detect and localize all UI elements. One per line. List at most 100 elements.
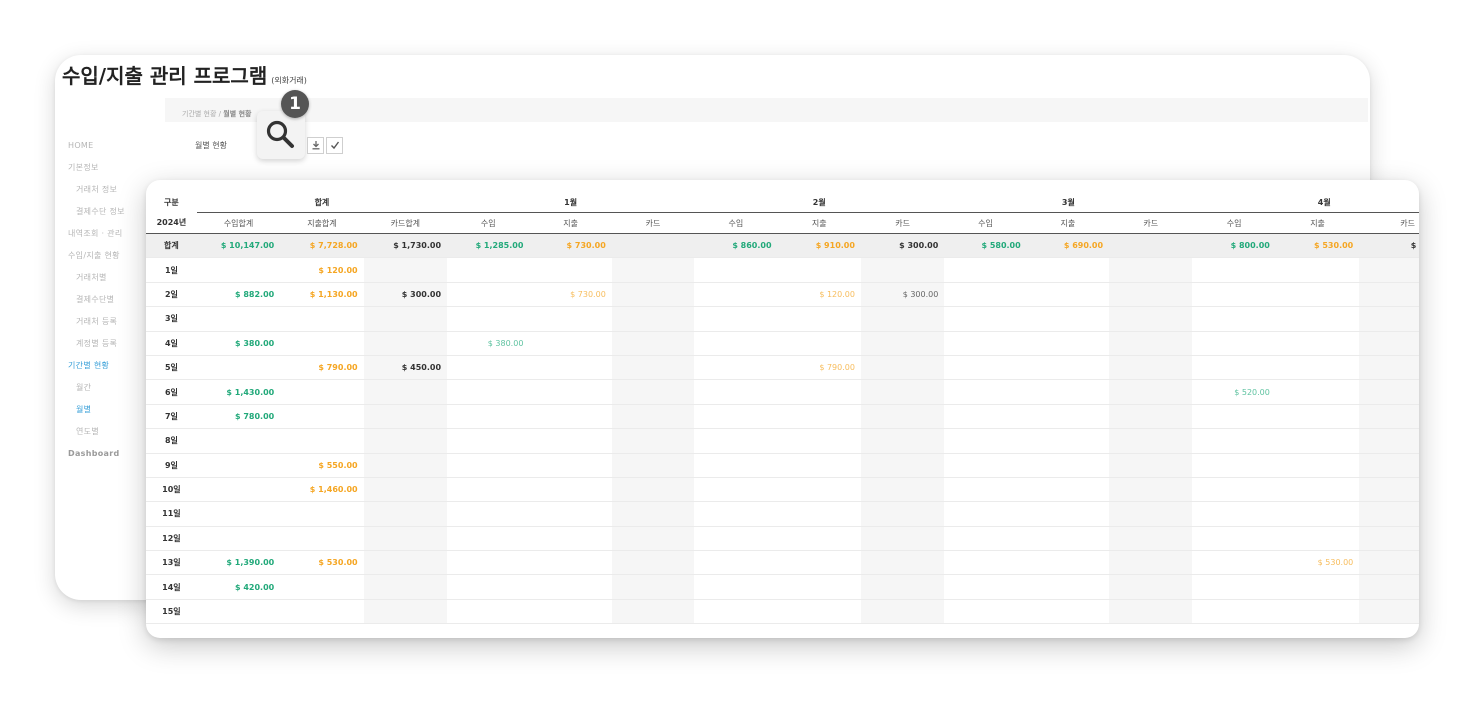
breadcrumb: 기간별 현황 / 월별 현황 <box>182 110 252 118</box>
table-cell <box>447 282 530 308</box>
table-cell <box>1359 257 1419 283</box>
table-cell <box>1275 282 1360 308</box>
table-cell <box>1109 282 1193 308</box>
table-cell <box>1275 355 1360 381</box>
table-cell <box>944 257 1027 283</box>
column-header: 수입 <box>447 212 530 234</box>
table-cell <box>363 599 448 625</box>
sidebar-item-payment-info[interactable]: 결제수단 정보 <box>68 201 158 223</box>
table-cell: $ 790.00 <box>777 355 861 381</box>
download-icon <box>312 141 319 150</box>
table-cell <box>860 453 945 478</box>
table-row: 7일 $ 780.00 <box>146 404 1419 430</box>
table-cell: $ 790.00 <box>280 355 364 381</box>
table-cell <box>447 257 530 283</box>
table-cell <box>529 306 612 332</box>
search-button[interactable] <box>257 111 305 159</box>
row-label: 11일 <box>146 501 197 527</box>
table-cell <box>944 574 1027 600</box>
download-button[interactable] <box>307 137 324 154</box>
app-title-text: 수입/지출 관리 프로그램 <box>62 64 268 88</box>
column-header: 지출 <box>1026 212 1110 234</box>
table-cell <box>1026 574 1110 600</box>
table-cell <box>1026 306 1110 332</box>
table-cell <box>363 306 448 332</box>
sidebar-item-client-info[interactable]: 거래처 정보 <box>68 179 158 201</box>
sidebar-item-by-payment[interactable]: 결제수단별 <box>68 289 158 311</box>
table-cell <box>529 599 612 625</box>
sidebar-item-history[interactable]: 내역조회 · 관리 <box>68 223 158 245</box>
table-cell <box>777 379 861 405</box>
row-label: 5일 <box>146 355 197 381</box>
table-cell: $ 530.00 <box>280 550 364 576</box>
sidebar: HOME 기본정보 거래처 정보 결제수단 정보 내역조회 · 관리 수입/지출… <box>68 135 158 465</box>
table-cell <box>611 501 695 527</box>
table-cell <box>1275 501 1360 527</box>
table-cell <box>694 404 778 430</box>
table-cell <box>1359 501 1419 527</box>
table-cell: $ 910.00 <box>777 233 861 259</box>
table-cell <box>1026 282 1110 308</box>
table-cell: $ 690.00 <box>1026 233 1110 259</box>
table-cell: $ 300.00 <box>860 233 945 259</box>
table-cell <box>447 574 530 600</box>
table-cell <box>944 477 1027 503</box>
table-cell <box>777 404 861 430</box>
table-cell <box>1359 379 1419 405</box>
table-cell <box>529 550 612 576</box>
table-cell <box>447 428 530 454</box>
table-cell <box>1275 599 1360 625</box>
table-cell <box>1192 331 1276 356</box>
table-cell <box>196 526 281 552</box>
sidebar-item-yearly[interactable]: 연도별 <box>68 421 158 443</box>
sidebar-item-home[interactable]: HOME <box>68 135 158 157</box>
table-cell <box>860 404 945 430</box>
table-cell <box>1109 233 1193 259</box>
sidebar-item-dashboard[interactable]: Dashboard <box>68 443 158 465</box>
table-cell <box>363 428 448 454</box>
table-row: 4일 $ 380.00 $ 380.00 <box>146 331 1419 356</box>
table-cell <box>1026 331 1110 356</box>
table-row: 8일 <box>146 428 1419 454</box>
table-cell <box>694 501 778 527</box>
sidebar-item-basic-info[interactable]: 기본정보 <box>68 157 158 179</box>
breadcrumb-parent[interactable]: 기간별 현황 <box>182 110 216 118</box>
table-cell <box>196 453 281 478</box>
sidebar-item-client-register[interactable]: 거래처 등록 <box>68 311 158 333</box>
confirm-button[interactable] <box>326 137 343 154</box>
table-cell <box>611 306 695 332</box>
sidebar-item-account-register[interactable]: 계정별 등록 <box>68 333 158 355</box>
table-cell <box>1359 428 1419 454</box>
table-cell: $ 10,147.00 <box>196 233 281 259</box>
row-label: 8일 <box>146 428 197 454</box>
table-cell <box>777 428 861 454</box>
table-cell <box>777 331 861 356</box>
table-cell <box>1275 404 1360 430</box>
table-cell <box>529 404 612 430</box>
table-cell <box>611 404 695 430</box>
table-cell <box>944 282 1027 308</box>
table-cell <box>1359 306 1419 332</box>
table-cell: $ 580.00 <box>944 233 1027 259</box>
sidebar-item-by-client[interactable]: 거래처별 <box>68 267 158 289</box>
table-cell <box>1275 428 1360 454</box>
table-cell <box>1275 526 1360 552</box>
table-cell: $ 730.00 <box>529 282 612 308</box>
table-cell <box>944 428 1027 454</box>
sidebar-item-weekly[interactable]: 월간 <box>68 377 158 399</box>
table-cell <box>1109 306 1193 332</box>
sidebar-item-income-expense[interactable]: 수입/지출 현황 <box>68 245 158 267</box>
table-cell <box>1359 282 1419 308</box>
column-header: 카드 <box>611 212 695 234</box>
sidebar-item-period[interactable]: 기간별 현황 <box>68 355 158 377</box>
table-cell <box>944 306 1027 332</box>
sidebar-item-monthly[interactable]: 월별 <box>68 399 158 421</box>
group-header-total: 합계 <box>196 192 448 213</box>
table-cell <box>447 599 530 625</box>
table-cell <box>1359 404 1419 430</box>
table-row: 2일 $ 882.00 $ 1,130.00 $ 300.00 $ 730.00 $ 12… <box>146 282 1419 308</box>
table-cell <box>196 306 281 332</box>
table-cell <box>611 355 695 381</box>
table-cell: $ 550.00 <box>280 453 364 478</box>
table-cell <box>363 453 448 478</box>
